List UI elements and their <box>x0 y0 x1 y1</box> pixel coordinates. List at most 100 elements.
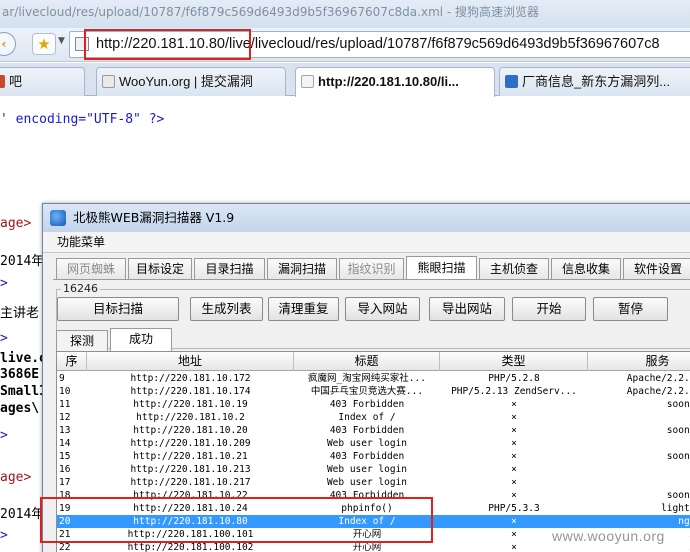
row-server: sooner gsl <box>666 425 690 436</box>
tab-web-spider[interactable]: 网页蜘蛛 <box>56 258 126 280</box>
row-server: sooner gsl <box>666 399 690 410</box>
row-server: lightt <box>590 411 690 424</box>
row-type: × <box>511 464 517 475</box>
col-header-address[interactable]: 地址 <box>87 352 294 371</box>
table-row[interactable]: 10 http://220.181.10.174 中国乒乓宝贝竞选大赛... PHP/… <box>57 385 690 398</box>
table-row[interactable]: 15 http://220.181.10.21 403 Forbidden × soon… <box>57 450 690 463</box>
xml-declaration: ' encoding="UTF-8" ?> <box>0 112 165 127</box>
table-row[interactable]: 12 http://220.181.10.2 Index of / × lightt <box>57 411 690 424</box>
row-title: 疯魔网_淘宝网纯买家社... <box>308 373 426 384</box>
table-row[interactable]: 13 http://220.181.10.20 403 Forbidden × soon… <box>57 424 690 437</box>
row-type: × <box>511 516 517 527</box>
tab-vuln-scan[interactable]: 漏洞扫描 <box>267 258 337 280</box>
row-address: http://220.181.10.174 <box>130 386 251 397</box>
url-highlight-box <box>84 29 251 60</box>
bear-app-icon <box>50 210 66 226</box>
pause-button[interactable]: 暂停 <box>593 297 668 321</box>
col-header-index[interactable]: 序 <box>57 352 87 371</box>
col-header-server[interactable]: 服务 <box>588 352 690 371</box>
browser-title-bar: ar/livecloud/res/upload/10787/f6f879c569… <box>0 0 690 28</box>
table-row[interactable]: 17 http://220.181.10.217 Web user login × Sw… <box>57 476 690 489</box>
generate-list-button[interactable]: 生成列表 <box>190 297 263 321</box>
tab-success[interactable]: 成功 <box>110 328 172 351</box>
scanner-menu-bar: 功能菜单 <box>43 232 690 253</box>
row-server: Apache/2.2.13 (Un <box>626 373 690 384</box>
row-index: 13 <box>59 425 71 436</box>
tab-software-settings[interactable]: 软件设置 <box>623 258 690 280</box>
col-header-type[interactable]: 类型 <box>440 352 588 371</box>
xml-fragment: age> <box>0 216 32 231</box>
browser-tab-bar: 吧 WooYun.org | 提交漏洞 http://220.181.10.80… <box>0 63 690 97</box>
tab-label: WooYun.org | 提交漏洞 <box>119 74 253 89</box>
row-index: 17 <box>59 477 71 488</box>
group-label: 16246 <box>61 282 100 295</box>
tab-item[interactable]: 厂商信息_新东方漏洞列... <box>499 67 690 96</box>
tab-favicon-icon <box>505 75 518 88</box>
table-row[interactable]: 11 http://220.181.10.19 403 Forbidden × soon… <box>57 398 690 411</box>
row-type: PHP/5.3.3 <box>488 503 540 514</box>
tab-label: http://220.181.10.80/li... <box>318 74 459 89</box>
tab-item[interactable]: WooYun.org | 提交漏洞 <box>96 67 286 96</box>
table-row[interactable]: 9 http://220.181.10.172 疯魔网_淘宝网纯买家社... PHP/… <box>57 372 690 385</box>
favorite-star-icon[interactable]: ★ <box>32 33 56 55</box>
row-index: 11 <box>59 399 71 410</box>
tab-host-detect[interactable]: 主机侦查 <box>479 258 549 280</box>
xml-fragment: 2014年 <box>0 254 45 269</box>
row-server: Apache/2.2.15 (Un <box>626 386 690 397</box>
row-title: 中国乒乓宝贝竞选大赛... <box>310 386 424 397</box>
tab-item[interactable]: 吧 <box>0 67 85 96</box>
xml-fragment: > <box>0 331 8 346</box>
row-title: 403 Forbidden <box>329 451 405 462</box>
row-type: × <box>511 477 517 488</box>
row-title: 403 Forbidden <box>329 399 405 410</box>
row-index: 9 <box>59 373 65 384</box>
chevron-down-icon[interactable]: ▼ <box>58 36 65 46</box>
row-address: http://220.181.10.20 <box>133 425 248 436</box>
menu-function[interactable]: 功能菜单 <box>57 235 105 249</box>
row-server: Switc <box>590 437 690 450</box>
scanner-title: 北极熊WEB漏洞扫描器 V1.9 <box>73 210 235 225</box>
start-button[interactable]: 开始 <box>512 297 586 321</box>
row-title: Index of / <box>338 412 396 423</box>
xml-fragment: 3686E <box>0 367 40 382</box>
back-arrow-icon[interactable]: ‹ <box>0 32 16 56</box>
row-type: PHP/5.2.13 ZendServ... <box>451 386 577 397</box>
tab-fingerprint[interactable]: 指纹识别 <box>339 258 404 280</box>
row-index: 16 <box>59 464 71 475</box>
row-server: nginx/1. <box>678 516 690 527</box>
tab-target-setting[interactable]: 目标设定 <box>128 258 192 280</box>
row-address: http://220.181.10.19 <box>133 399 248 410</box>
row-type: × <box>511 490 517 501</box>
tab-item-active[interactable]: http://220.181.10.80/li... <box>295 67 495 97</box>
row-type: × <box>511 438 517 449</box>
row-title: Web user login <box>326 477 408 488</box>
clear-duplicates-button[interactable]: 清理重复 <box>268 297 339 321</box>
tab-info-collect[interactable]: 信息收集 <box>551 258 621 280</box>
tab-dir-scan[interactable]: 目录扫描 <box>194 258 265 280</box>
row-server: Switc <box>590 476 690 489</box>
table-row[interactable]: 16 http://220.181.10.213 Web user login × Sw… <box>57 463 690 476</box>
table-header: 序 地址 标题 类型 服务 <box>57 352 690 371</box>
tab-divider <box>53 279 690 280</box>
row-type: PHP/5.2.8 <box>488 373 540 384</box>
table-row[interactable]: 14 http://220.181.10.209 Web user login × Sw… <box>57 437 690 450</box>
row-address: http://220.181.10.213 <box>130 464 251 475</box>
screenshot-stage: ar/livecloud/res/upload/10787/f6f879c569… <box>0 0 690 552</box>
export-sites-button[interactable]: 导出网站 <box>429 297 505 321</box>
row-server: sooner gsl <box>666 451 690 462</box>
row-title: Web user login <box>326 438 408 449</box>
xml-fragment: age> <box>0 470 32 485</box>
col-header-title[interactable]: 标题 <box>294 352 440 371</box>
row-index: 14 <box>59 438 71 449</box>
row-address: http://220.181.10.172 <box>130 373 251 384</box>
tab-label: 吧 <box>9 74 23 89</box>
tab-favicon-icon <box>102 75 115 88</box>
tab-label: 厂商信息_新东方漏洞列... <box>522 74 671 89</box>
tab-favicon-icon <box>301 75 314 88</box>
row-type: × <box>511 451 517 462</box>
import-sites-button[interactable]: 导入网站 <box>345 297 420 321</box>
tab-probe[interactable]: 探测 <box>56 330 108 351</box>
target-scan-button[interactable]: 目标扫描 <box>57 297 179 321</box>
tab-bear-eye-scan[interactable]: 熊眼扫描 <box>406 256 477 280</box>
row-index: 15 <box>59 451 71 462</box>
